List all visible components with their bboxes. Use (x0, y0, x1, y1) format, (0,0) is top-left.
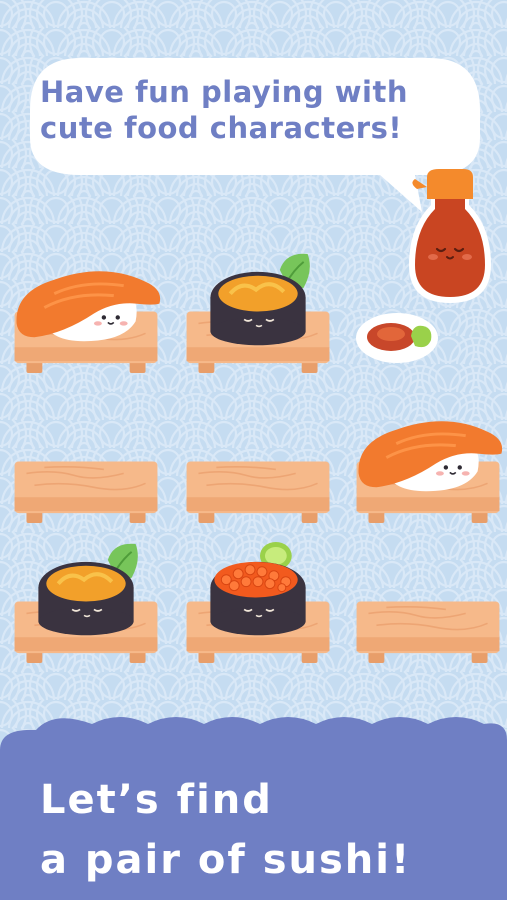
board-tile-salmon-nigiri[interactable] (354, 400, 504, 529)
speech-bubble-text: Have fun playing with cute food characte… (40, 74, 470, 146)
uni-gunkan-icon (38, 543, 138, 636)
footer-line2: a pair of sushi! (40, 837, 412, 883)
speech-bubble-line1: Have fun playing with (40, 75, 408, 109)
speech-bubble-line2: cute food characters! (40, 111, 403, 145)
footer-text: Let’s find a pair of sushi! (40, 770, 500, 890)
board-tile-uni-gunkan[interactable] (184, 250, 334, 379)
board-tile-empty[interactable] (354, 540, 504, 669)
board-tile-empty[interactable] (184, 400, 334, 529)
footer-line1: Let’s find (40, 777, 273, 823)
board-tile-ikura-gunkan[interactable] (184, 540, 334, 669)
uni-gunkan-icon (210, 253, 310, 346)
ikura-gunkan-icon (210, 541, 306, 636)
board-tile-empty[interactable] (12, 400, 162, 529)
board-tile-uni-gunkan[interactable] (12, 540, 162, 669)
sauce-plate (356, 313, 438, 363)
soy-sauce-character[interactable] (405, 165, 495, 310)
board-tile-salmon-nigiri[interactable] (12, 250, 162, 379)
